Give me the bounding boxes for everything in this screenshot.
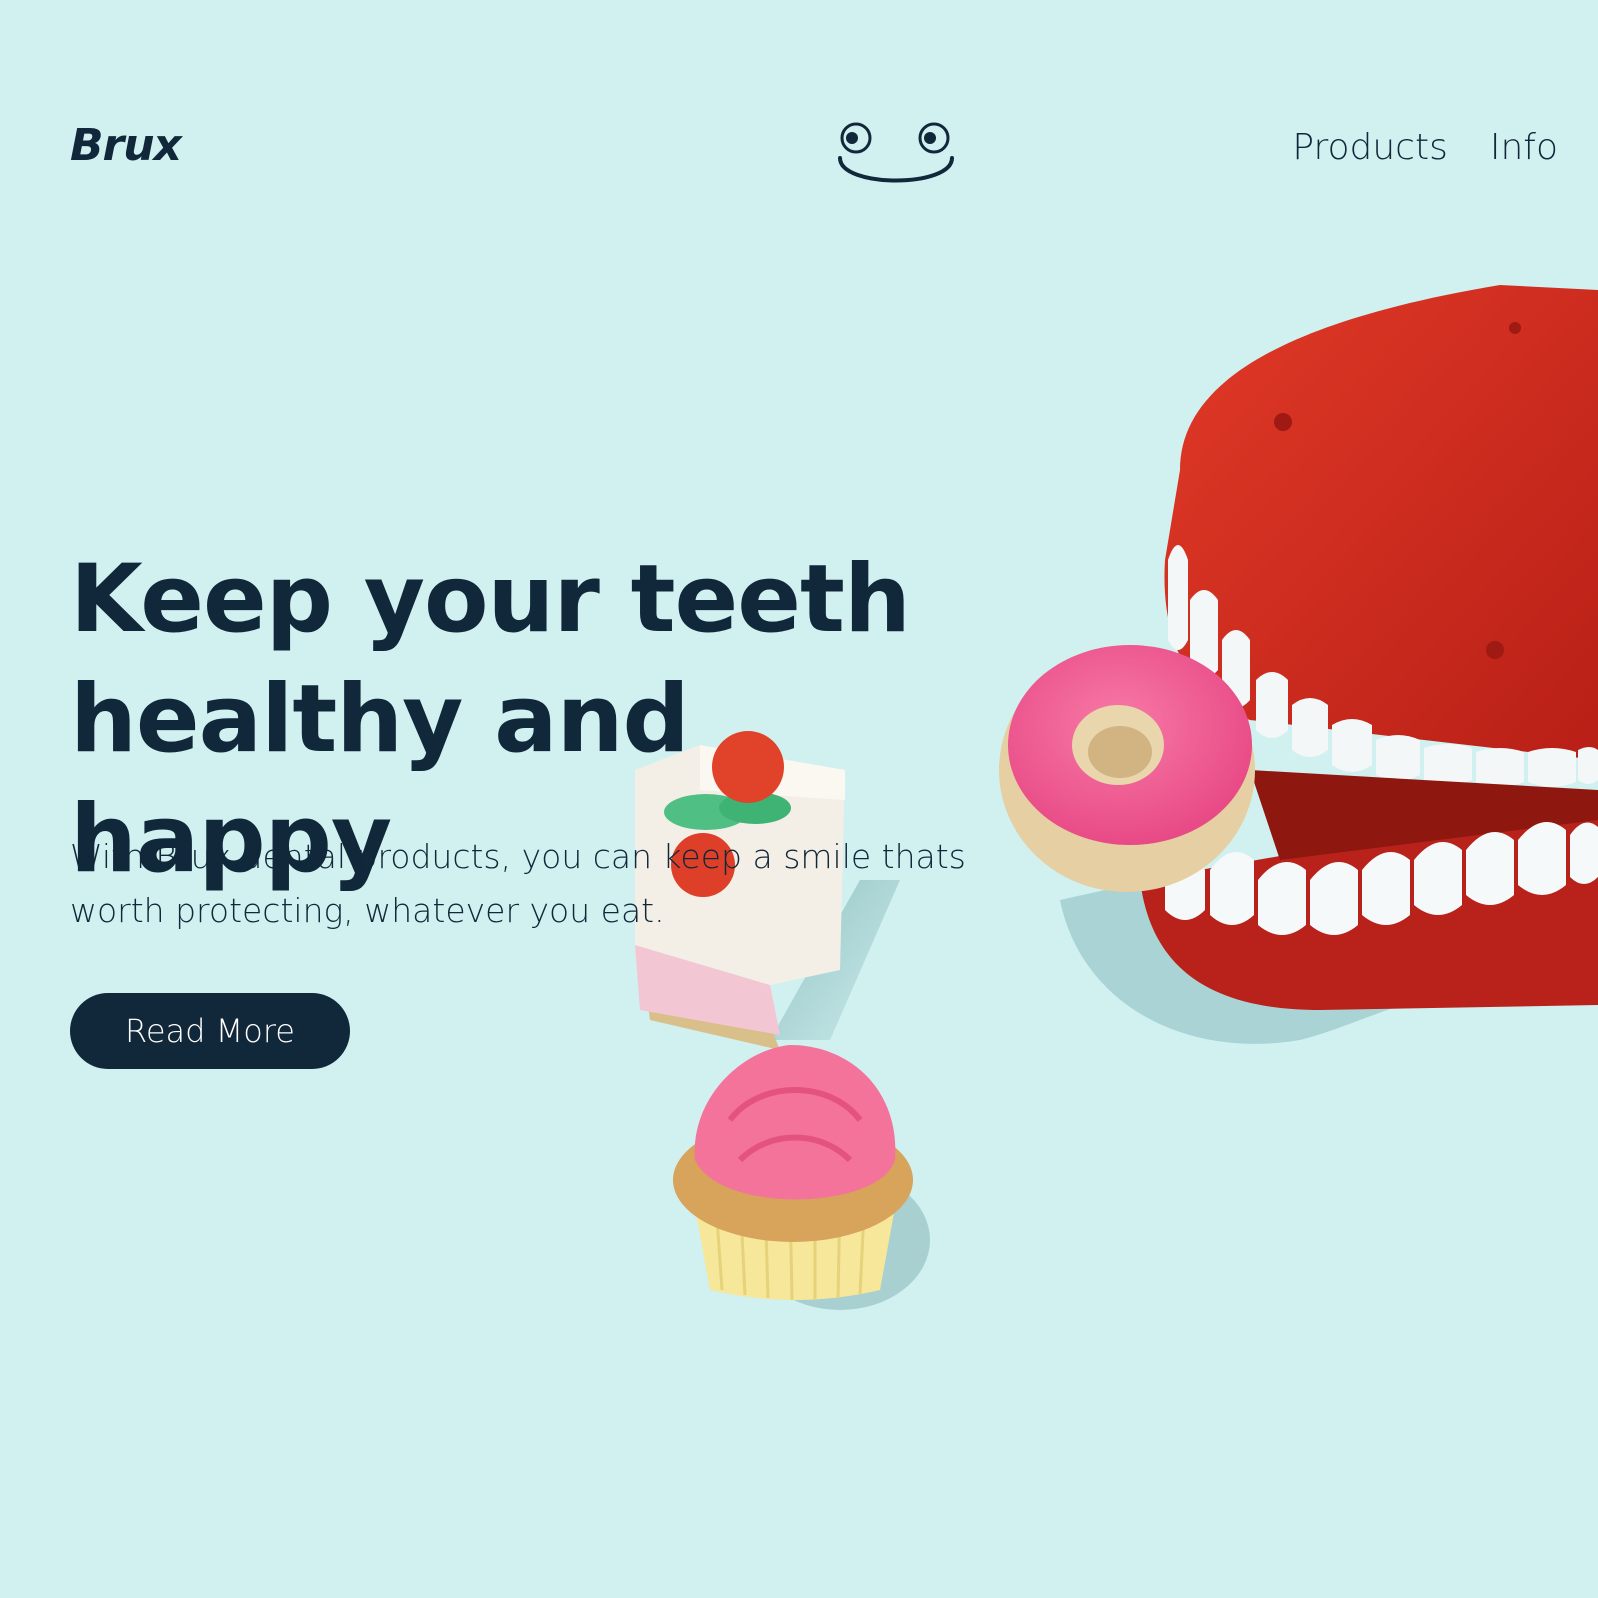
jaw-rivet: [1486, 641, 1504, 659]
cupcake: [673, 1045, 913, 1301]
landing-page: Brux Products Info Keep your teeth healt…: [0, 0, 1598, 1598]
brand-logo[interactable]: Brux: [70, 124, 182, 168]
read-more-button[interactable]: Read More: [70, 993, 350, 1069]
jaw-rivet: [1274, 413, 1292, 431]
cupcake-shadow: [750, 1170, 930, 1310]
teeth-shadow: [1060, 880, 1598, 1044]
smiley-face-icon: [838, 122, 954, 183]
nav-item-info[interactable]: Info: [1490, 130, 1558, 166]
nav-item-products[interactable]: Products: [1292, 130, 1447, 166]
donut: [999, 645, 1255, 892]
bottom-teeth: [1165, 822, 1598, 935]
headline-line-1: Keep your teeth: [70, 545, 911, 654]
hero-subtext: With Brux dental products, you can keep …: [70, 837, 966, 930]
teeth-bottom-jaw: [1140, 800, 1598, 1010]
jaw-rivet: [1509, 322, 1521, 334]
mouth-dark: [1250, 770, 1598, 860]
site-header: Brux Products Info: [0, 0, 1598, 220]
teeth-top-jaw: [1164, 285, 1598, 760]
main-nav: Products Info: [1292, 130, 1558, 166]
top-teeth: [1168, 545, 1598, 787]
